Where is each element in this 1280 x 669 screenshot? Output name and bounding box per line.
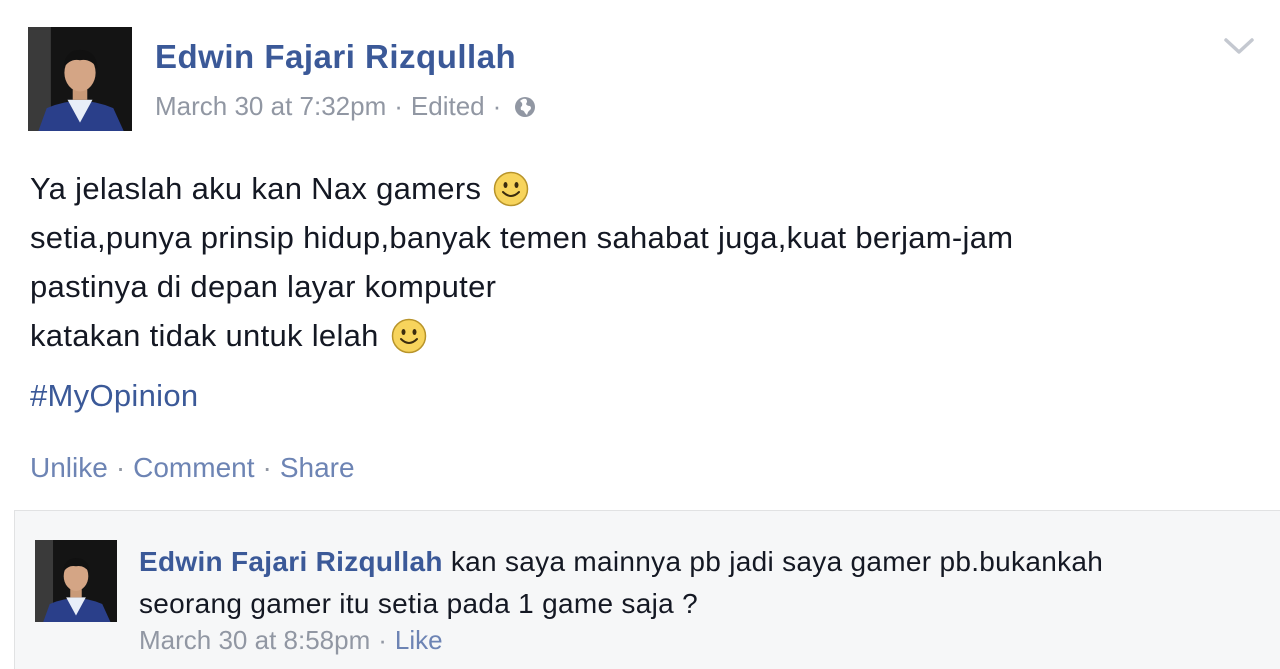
post-body: Ya jelaslah aku kan Nax gamers setia,pun… [30, 164, 1250, 360]
post-author-name[interactable]: Edwin Fajari Rizqullah [155, 38, 516, 76]
avatar-photo [28, 27, 132, 131]
post-line-text: katakan tidak untuk lelah [30, 318, 379, 353]
meta-separator: · [492, 91, 502, 121]
comment-body: Edwin Fajari Rizqullah kan saya mainnya … [139, 541, 1249, 625]
comment-like-button[interactable]: Like [395, 625, 443, 656]
comment-line: Edwin Fajari Rizqullah kan saya mainnya … [139, 541, 1249, 583]
post-meta: March 30 at 7:32pm · Edited · [155, 91, 537, 122]
chevron-down-icon[interactable] [1222, 30, 1256, 60]
comment-author-name[interactable]: Edwin Fajari Rizqullah [139, 546, 443, 577]
action-separator: · [115, 452, 126, 483]
comments-section: Edwin Fajari Rizqullah kan saya mainnya … [14, 510, 1280, 669]
post-line-text: pastinya di depan layar komputer [30, 269, 497, 304]
meta-separator: · [378, 625, 387, 655]
post-line-text: Ya jelaslah aku kan Nax gamers [30, 171, 482, 206]
smile-icon [493, 171, 529, 207]
post-card: Edwin Fajari Rizqullah March 30 at 7:32p… [0, 0, 1280, 510]
author-avatar[interactable] [28, 27, 132, 131]
share-button[interactable]: Share [280, 452, 355, 484]
post-line: Ya jelaslah aku kan Nax gamers [30, 164, 1250, 213]
post-line: setia,punya prinsip hidup,banyak temen s… [30, 213, 1250, 262]
action-separator: · [262, 452, 272, 483]
smile-icon [391, 318, 427, 354]
comment-button[interactable]: Comment [133, 452, 254, 484]
post-timestamp[interactable]: March 30 at 7:32pm [155, 91, 386, 122]
comment-meta: March 30 at 8:58pm · Like [139, 625, 443, 656]
post-line: katakan tidak untuk lelah [30, 311, 1250, 360]
unlike-button[interactable]: Unlike [30, 452, 108, 484]
commenter-avatar[interactable] [35, 540, 117, 622]
meta-separator: · [394, 91, 403, 121]
comment-timestamp[interactable]: March 30 at 8:58pm [139, 625, 370, 656]
hashtag-link[interactable]: #MyOpinion [30, 378, 198, 414]
avatar-photo [35, 540, 117, 622]
comment-text: kan saya mainnya pb jadi saya gamer pb.b… [450, 546, 1104, 577]
edited-label[interactable]: Edited [411, 91, 485, 122]
post-line-text: setia,punya prinsip hidup,banyak temen s… [30, 220, 1014, 255]
comment-line: seorang gamer itu setia pada 1 game saja… [139, 588, 698, 619]
post-actions: Unlike · Comment · Share [30, 452, 355, 484]
globe-icon[interactable] [513, 95, 537, 119]
post-line: pastinya di depan layar komputer [30, 262, 1250, 311]
